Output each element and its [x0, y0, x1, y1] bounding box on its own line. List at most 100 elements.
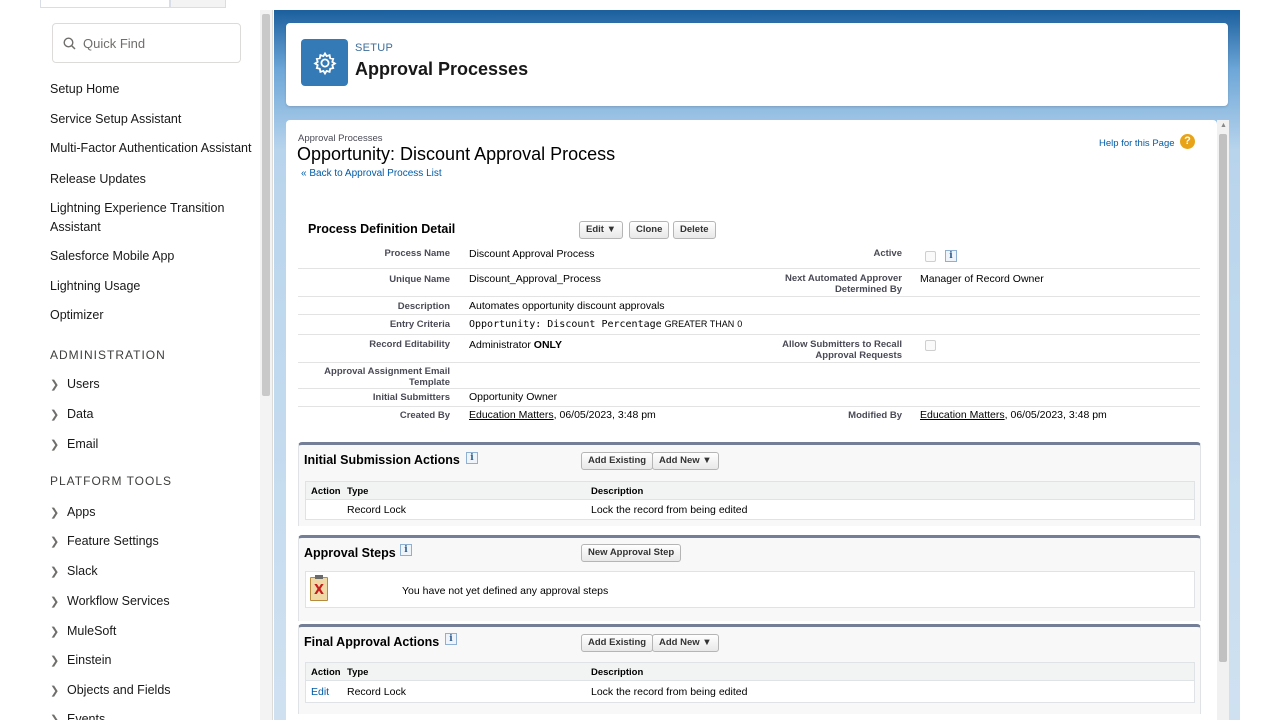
scroll-up-arrow-icon[interactable]: ▲ — [1220, 122, 1227, 129]
approval-steps-empty: X You have not yet defined any approval … — [305, 571, 1195, 608]
nav-tree-apps[interactable]: ❯ Apps — [50, 505, 96, 519]
detail-row: Process Name Discount Approval Process A… — [298, 241, 1200, 269]
nav-tree-users[interactable]: ❯ Users — [50, 377, 100, 391]
detail-row: Initial Submitters Opportunity Owner — [298, 389, 1200, 407]
clone-button[interactable]: Clone — [629, 221, 670, 239]
description-cell: Lock the record from being edited — [591, 686, 748, 698]
add-new-dropdown-button[interactable]: Add New ▼ — [652, 634, 719, 652]
created-by-value: Education Matters, 06/05/2023, 3:48 pm — [469, 409, 656, 421]
nav-tree-workflow-services[interactable]: ❯ Workflow Services — [50, 594, 170, 608]
nav-tree-feature-settings[interactable]: ❯ Feature Settings — [50, 534, 159, 548]
field-label: Process Name — [384, 248, 450, 259]
top-bar — [0, 0, 1280, 10]
chevron-right-icon: ❯ — [50, 379, 60, 391]
actions-table: Action Type Description Edit Record Lock… — [305, 662, 1195, 703]
back-to-list-link[interactable]: « Back to Approval Process List — [301, 168, 442, 179]
content-scrollbar-thumb[interactable] — [1219, 134, 1227, 662]
column-header: Action — [311, 486, 341, 497]
nav-tree-mulesoft[interactable]: ❯ MuleSoft — [50, 624, 116, 638]
field-label: Modified By — [848, 410, 902, 421]
detail-row: Created By Education Matters, 06/05/2023… — [298, 407, 1200, 427]
type-cell: Record Lock — [347, 686, 406, 698]
record-editability-value: Administrator ONLY — [469, 339, 562, 351]
info-icon[interactable]: i — [400, 544, 412, 556]
breadcrumb: Approval Processes — [298, 133, 383, 144]
chevron-right-icon: ❯ — [50, 626, 60, 638]
nav-mfa-assistant[interactable]: Multi-Factor Authentication Assistant — [50, 139, 251, 158]
info-icon[interactable]: i — [945, 250, 957, 262]
field-label: Entry Criteria — [389, 319, 450, 330]
description-cell: Lock the record from being edited — [591, 504, 748, 516]
help-link[interactable]: Help for this Page — [1099, 138, 1175, 149]
sidebar-scrollbar-thumb[interactable] — [262, 14, 270, 396]
field-label: Initial Submitters — [372, 392, 450, 403]
section-title: Approval Steps — [304, 546, 396, 560]
gear-icon — [301, 39, 348, 86]
clipboard-x-icon: X — [310, 575, 328, 601]
section-title: Final Approval Actions — [304, 635, 440, 649]
chevron-right-icon: ❯ — [50, 439, 60, 451]
setup-sidebar: Setup Home Service Setup Assistant Multi… — [40, 10, 273, 720]
add-existing-button[interactable]: Add Existing — [581, 634, 654, 652]
detail-row: Record Editability Administrator ONLY Al… — [298, 335, 1200, 363]
nav-setup-home[interactable]: Setup Home — [50, 80, 119, 99]
nav-release-updates[interactable]: Release Updates — [50, 170, 146, 189]
content-scrollbar[interactable]: ▲ — [1217, 120, 1229, 720]
column-header: Description — [591, 486, 644, 497]
browser-tab[interactable] — [40, 0, 170, 8]
nav-lightning-transition-assistant[interactable]: Lightning Experience Transition Assistan… — [50, 199, 240, 237]
chevron-right-icon: ❯ — [50, 655, 60, 667]
browser-tab[interactable] — [170, 0, 226, 8]
delete-button[interactable]: Delete — [673, 221, 716, 239]
nav-salesforce-mobile-app[interactable]: Salesforce Mobile App — [50, 247, 174, 266]
nav-tree-einstein[interactable]: ❯ Einstein — [50, 653, 111, 667]
search-icon — [63, 37, 76, 50]
content-card: Approval Processes Opportunity: Discount… — [286, 120, 1217, 720]
nav-tree-email[interactable]: ❯ Email — [50, 437, 98, 451]
process-name-value: Discount Approval Process — [469, 248, 595, 260]
field-label: Unique Name — [389, 274, 450, 285]
unique-name-value: Discount_Approval_Process — [469, 273, 601, 285]
nav-lightning-usage[interactable]: Lightning Usage — [50, 277, 140, 296]
column-header: Type — [347, 486, 369, 497]
header-kicker: SETUP — [355, 42, 394, 54]
help-icon[interactable]: ? — [1180, 134, 1195, 149]
field-label: Next Automated Approver Determined By — [784, 273, 902, 295]
quick-find-box[interactable] — [52, 23, 241, 63]
chevron-right-icon: ❯ — [50, 685, 60, 697]
description-value: Automates opportunity discount approvals — [469, 300, 665, 312]
initial-submitters-value: Opportunity Owner — [469, 391, 558, 403]
actions-table: Action Type Description Record Lock Lock… — [305, 481, 1195, 520]
nav-optimizer[interactable]: Optimizer — [50, 306, 103, 325]
entry-criteria-value: Opportunity: Discount Percentage GREATER… — [469, 319, 743, 330]
nav-tree-data[interactable]: ❯ Data — [50, 407, 93, 421]
chevron-right-icon: ❯ — [50, 566, 60, 578]
modified-by-user-link[interactable]: Education Matters — [920, 409, 1005, 421]
detail-row: Entry Criteria Opportunity: Discount Per… — [298, 315, 1200, 335]
type-cell: Record Lock — [347, 504, 406, 516]
chevron-right-icon: ❯ — [50, 409, 60, 421]
right-gutter — [1240, 0, 1280, 720]
edit-action-link[interactable]: Edit — [311, 686, 329, 698]
nav-tree-objects-and-fields[interactable]: ❯ Objects and Fields — [50, 683, 171, 697]
nav-tree-events[interactable]: ❯ Events — [50, 712, 105, 720]
section-title: Initial Submission Actions — [304, 453, 460, 467]
chevron-right-icon: ❯ — [50, 596, 60, 608]
empty-message: You have not yet defined any approval st… — [402, 585, 609, 597]
info-icon[interactable]: i — [466, 452, 478, 464]
add-new-dropdown-button[interactable]: Add New ▼ — [652, 452, 719, 470]
nav-service-setup-assistant[interactable]: Service Setup Assistant — [50, 110, 181, 129]
column-header: Action — [311, 667, 341, 678]
info-icon[interactable]: i — [445, 633, 457, 645]
allow-recall-checkbox — [925, 340, 936, 351]
new-approval-step-button[interactable]: New Approval Step — [581, 544, 682, 562]
section-administration: ADMINISTRATION — [50, 348, 166, 362]
sidebar-scrollbar[interactable] — [260, 10, 272, 720]
add-existing-button[interactable]: Add Existing — [581, 452, 654, 470]
detail-row: Approval Assignment Email Template — [298, 363, 1200, 389]
created-by-user-link[interactable]: Education Matters — [469, 409, 554, 421]
edit-dropdown-button[interactable]: Edit ▼ — [579, 221, 623, 239]
quick-find-input[interactable] — [83, 33, 233, 53]
column-header: Description — [591, 667, 644, 678]
nav-tree-slack[interactable]: ❯ Slack — [50, 564, 98, 578]
